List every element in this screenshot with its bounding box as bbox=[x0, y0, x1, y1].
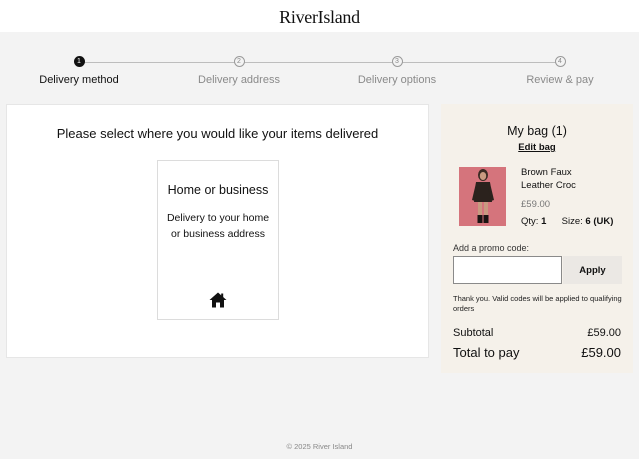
delivery-method-panel: Please select where you would like your … bbox=[6, 104, 429, 358]
promo-code-input[interactable] bbox=[453, 256, 562, 284]
delivery-method-heading: Please select where you would like your … bbox=[56, 126, 379, 141]
subtotal-row: Subtotal £59.00 bbox=[453, 327, 621, 339]
my-bag-summary: My bag (1) Edit bag Brown Faux Leather C… bbox=[441, 104, 633, 373]
product-name-fade bbox=[591, 179, 605, 192]
apply-promo-button[interactable]: Apply bbox=[563, 256, 622, 284]
total-label: Total to pay bbox=[453, 345, 520, 360]
product-price: £59.00 bbox=[521, 199, 551, 210]
footer-copyright: © 2025 River Island bbox=[286, 442, 353, 451]
total-value: £59.00 bbox=[581, 345, 621, 360]
stepper-line bbox=[79, 62, 560, 63]
product-qty-size: Qty: 1 Size: 6 (UK) bbox=[521, 216, 613, 227]
promo-note: Thank you. Valid codes will be applied t… bbox=[453, 294, 622, 313]
step-number: 3 bbox=[391, 56, 403, 67]
size-value: 6 (UK) bbox=[585, 216, 614, 227]
total-row: Total to pay £59.00 bbox=[453, 345, 621, 360]
qty-value: 1 bbox=[541, 216, 547, 227]
step-number: 2 bbox=[233, 56, 245, 67]
home-or-business-option[interactable]: Home or business Delivery to your home o… bbox=[157, 160, 279, 320]
site-header: RiverIsland bbox=[0, 0, 639, 32]
option-title: Home or business bbox=[167, 183, 269, 197]
step-number: 1 bbox=[73, 56, 85, 67]
promo-code-label: Add a promo code: bbox=[453, 243, 530, 253]
step-delivery-method: 1 Delivery method bbox=[9, 56, 149, 86]
bag-title: My bag (1) bbox=[507, 124, 567, 138]
step-delivery-options: 3 Delivery options bbox=[327, 56, 467, 86]
step-label: Review & pay bbox=[526, 74, 594, 86]
edit-bag-link[interactable]: Edit bag bbox=[441, 142, 633, 153]
subtotal-label: Subtotal bbox=[453, 327, 494, 339]
step-review-pay: 4 Review & pay bbox=[490, 56, 630, 86]
subtotal-value: £59.00 bbox=[587, 327, 621, 339]
step-number: 4 bbox=[554, 56, 566, 67]
option-description: Delivery to your home or business addres… bbox=[166, 212, 270, 240]
river-island-logo[interactable]: RiverIsland bbox=[279, 7, 360, 28]
home-icon bbox=[209, 292, 227, 308]
size-label: Size: bbox=[561, 216, 583, 227]
step-label: Delivery options bbox=[357, 74, 437, 86]
product-image[interactable] bbox=[459, 167, 506, 226]
step-label: Delivery method bbox=[39, 74, 119, 86]
step-delivery-address: 2 Delivery address bbox=[169, 56, 309, 86]
step-label: Delivery address bbox=[198, 74, 280, 86]
checkout-stepper: 1 Delivery method 2 Delivery address 3 D… bbox=[0, 32, 639, 94]
qty-label: Qty: bbox=[521, 216, 539, 227]
